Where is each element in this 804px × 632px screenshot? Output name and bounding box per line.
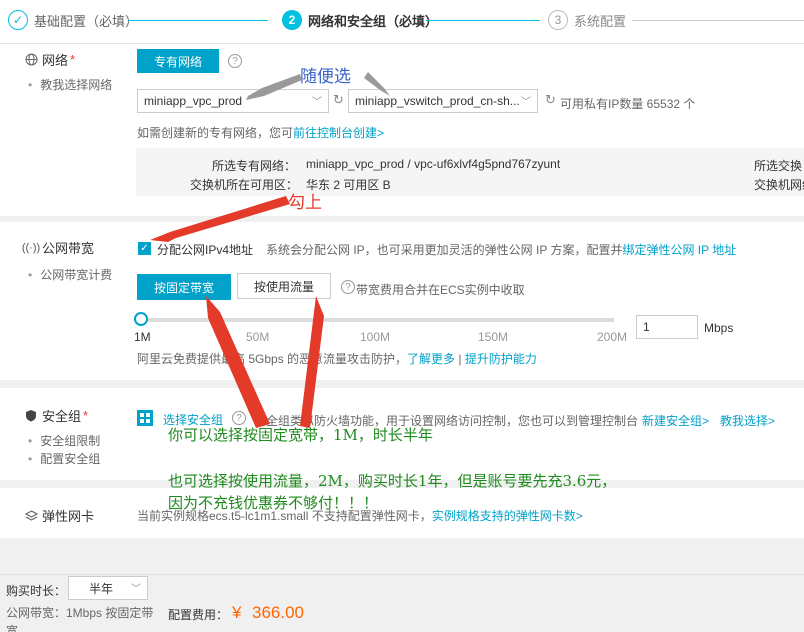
- red-arrow-traffic: [300, 296, 324, 428]
- red-arrow-fixed: [206, 296, 270, 428]
- gray-arrow-left: [246, 74, 302, 100]
- fee-label: 配置费用：: [168, 608, 229, 622]
- duration-select[interactable]: 半年 ﹀: [68, 576, 148, 600]
- gray-arrow-right: [364, 72, 390, 96]
- bandwidth-summary: 公网带宽：1Mbps 按固定带宽: [6, 606, 154, 632]
- fee-value: 366.00: [252, 603, 304, 622]
- fee-currency: ¥: [232, 603, 242, 622]
- duration-label: 购买时长：: [6, 584, 67, 598]
- red-arrow-checkbox: [150, 196, 290, 242]
- annotation-arrows: [150, 72, 390, 428]
- chevron-down-icon: ﹀: [131, 584, 141, 595]
